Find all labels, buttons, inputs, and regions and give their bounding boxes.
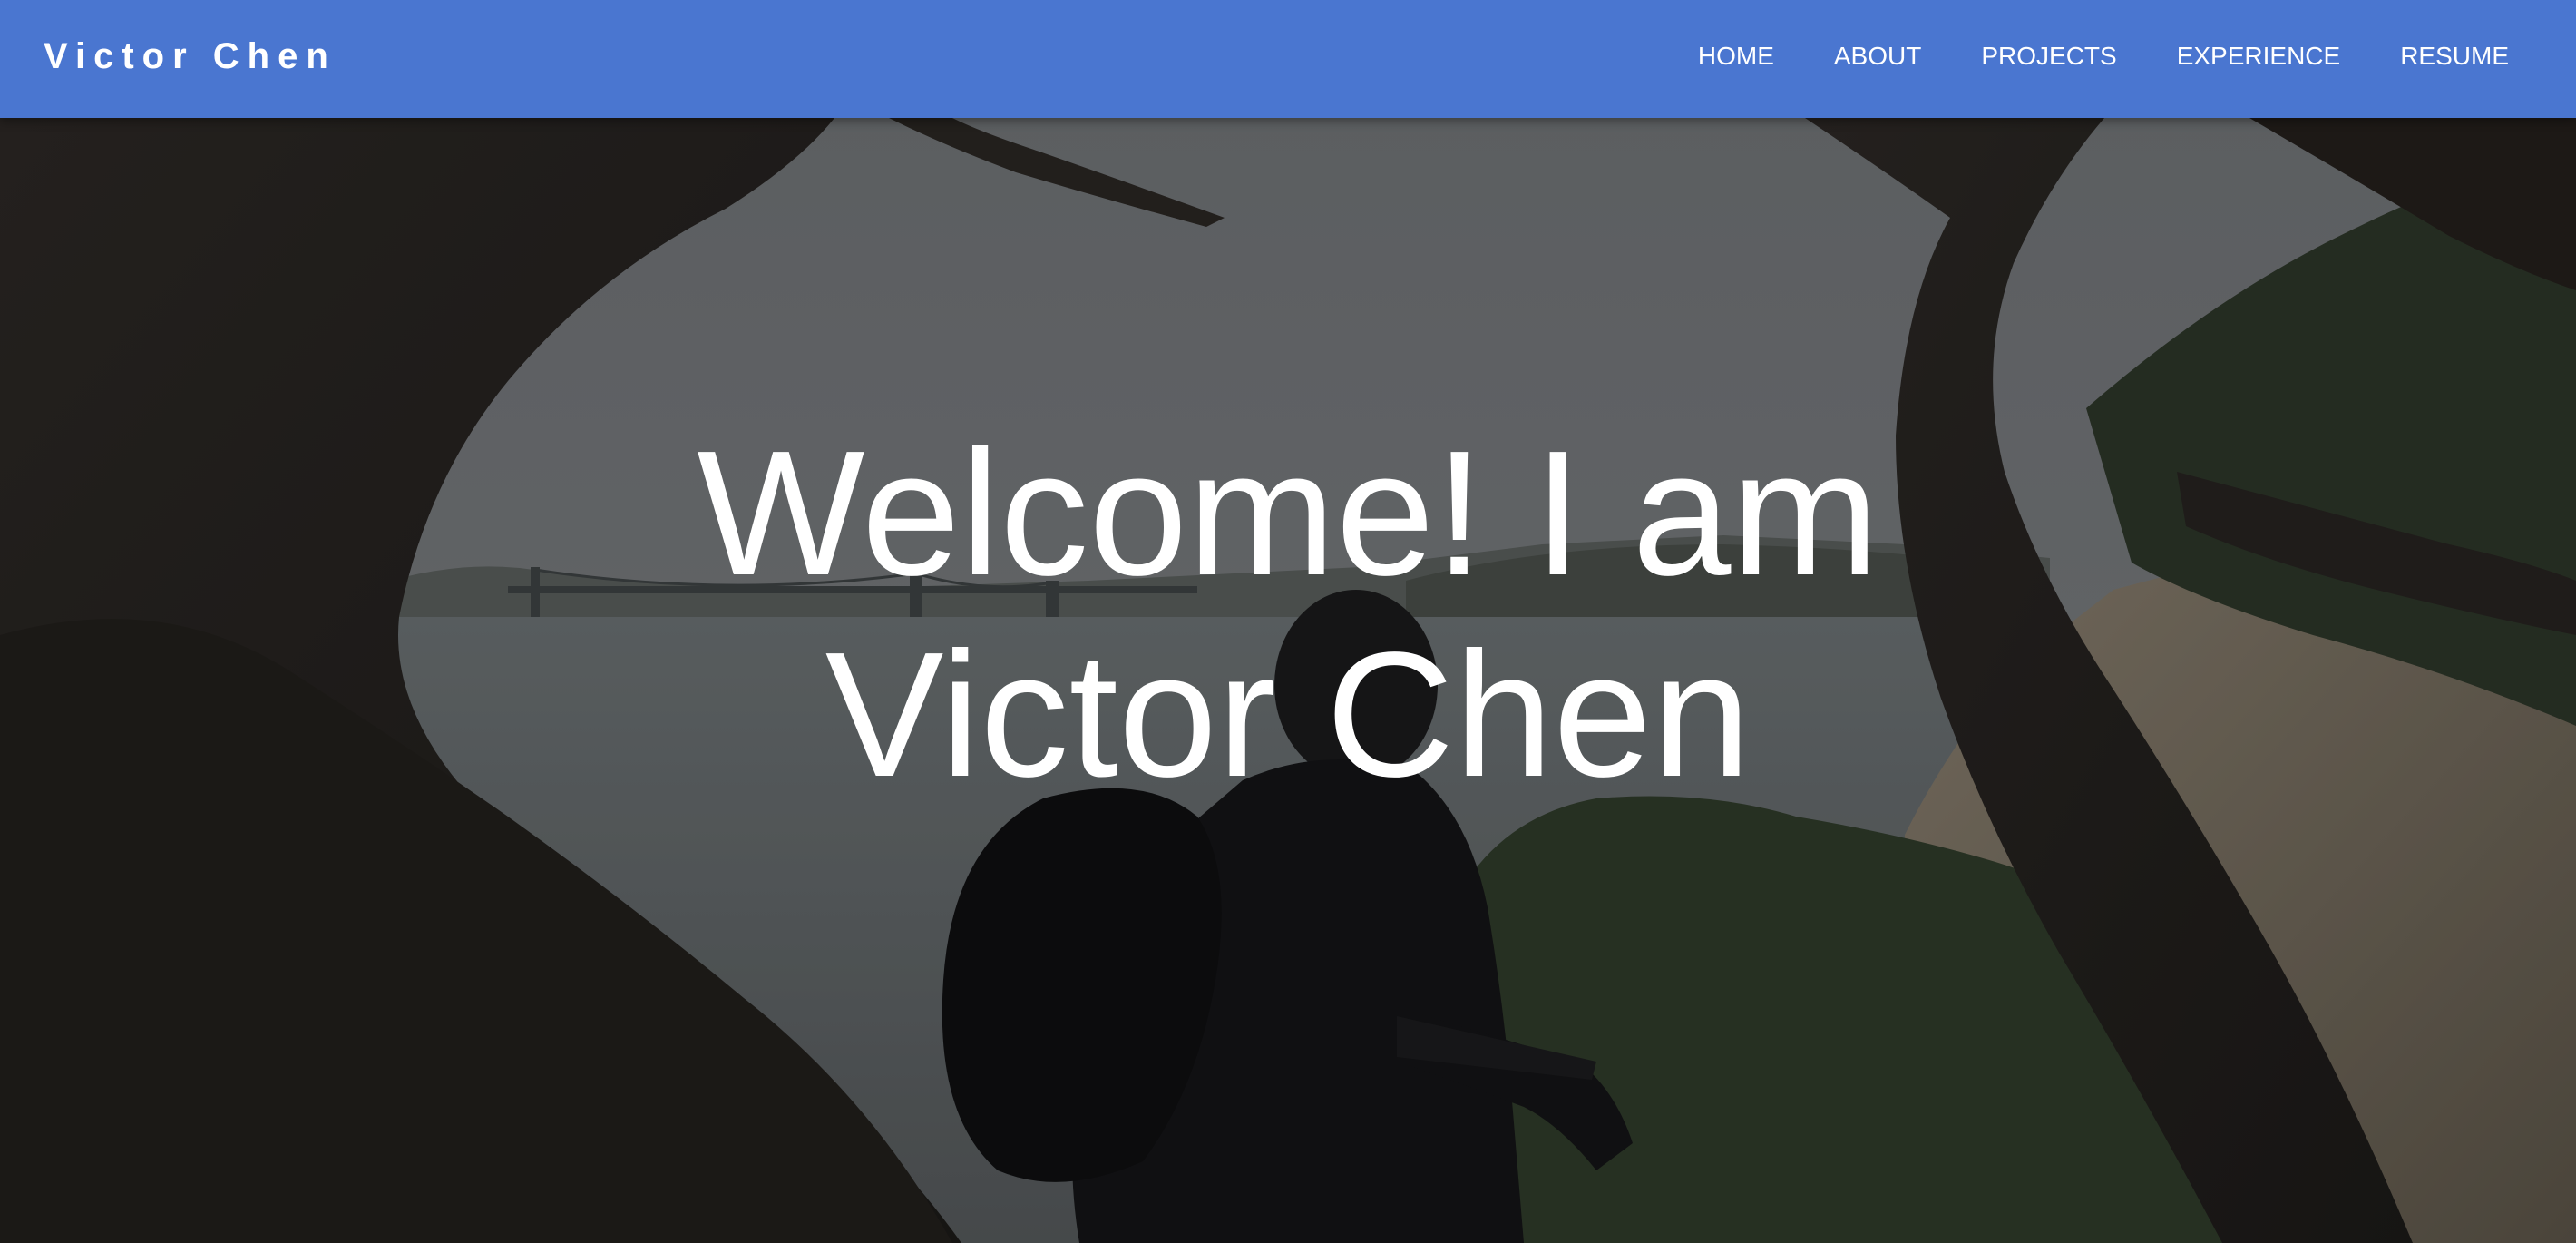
nav-links: HOME ABOUT PROJECTS EXPERIENCE RESUME (1638, 0, 2509, 113)
nav-link-about[interactable]: ABOUT (1834, 42, 1921, 71)
hero-title: Welcome! I am Victor Chen (0, 413, 2576, 816)
hero-title-line-1: Welcome! I am (697, 414, 1879, 612)
hero-section: Welcome! I am Victor Chen (0, 0, 2576, 1243)
top-navbar: Victor Chen HOME ABOUT PROJECTS EXPERIEN… (0, 0, 2576, 118)
hero-title-line-2: Victor Chen (825, 615, 1751, 814)
nav-link-home[interactable]: HOME (1698, 42, 1774, 71)
nav-link-experience[interactable]: EXPERIENCE (2177, 42, 2341, 71)
nav-link-projects[interactable]: PROJECTS (1981, 42, 2116, 71)
nav-link-resume[interactable]: RESUME (2400, 42, 2509, 71)
portfolio-page: Welcome! I am Victor Chen Victor Chen HO… (0, 0, 2576, 1243)
brand-logo-link[interactable]: Victor Chen (44, 0, 337, 113)
